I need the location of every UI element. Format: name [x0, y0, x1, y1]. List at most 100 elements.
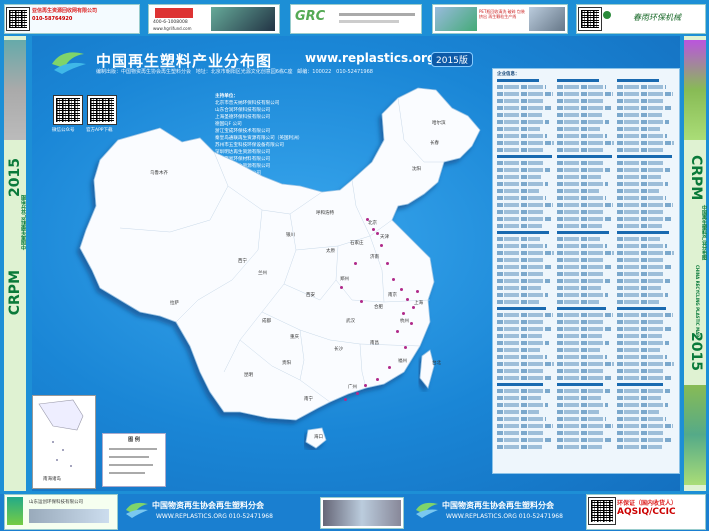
list-entry: [617, 348, 660, 352]
taiwan-island: [419, 349, 435, 389]
list-entry: [557, 161, 603, 165]
list-entry: [497, 134, 547, 138]
company-dot[interactable]: [410, 322, 413, 325]
company-dot[interactable]: [396, 330, 399, 333]
company-dot[interactable]: [404, 346, 407, 349]
list-entry: [497, 120, 549, 124]
list-entry: [557, 224, 602, 228]
list-entry: [557, 396, 601, 400]
list-entry: [617, 251, 674, 255]
footer-url-1[interactable]: WWW.REPLASTICS.ORG 010-52471968: [156, 513, 273, 520]
list-entry: [617, 431, 664, 435]
list-entry: [557, 148, 605, 152]
list-entry: [497, 189, 539, 193]
list-entry: [497, 369, 545, 373]
legend-line: [109, 456, 149, 458]
list-entry: [617, 313, 673, 317]
list-entry: [617, 362, 674, 366]
company-dot[interactable]: [412, 306, 415, 309]
company-dot[interactable]: [340, 286, 343, 289]
list-entry: [497, 168, 550, 172]
company-dot[interactable]: [386, 262, 389, 265]
list-entry: [557, 279, 610, 283]
list-entry: [617, 99, 664, 103]
list-entry: [497, 410, 539, 414]
list-entry: [557, 355, 607, 359]
list-entry: [557, 251, 614, 255]
list-entry: [497, 92, 553, 96]
list-entry: [497, 403, 548, 407]
bottom-left-ad[interactable]: 山东运创环保科技有限公司: [4, 494, 118, 530]
list-entry: [497, 148, 545, 152]
ad-company: 山东运创环保科技有限公司: [29, 500, 83, 505]
list-entry: [497, 293, 548, 297]
city-label: 海口: [314, 435, 323, 440]
city-label: 上海: [414, 301, 423, 306]
list-entry: [497, 313, 553, 317]
company-dot[interactable]: [354, 262, 357, 265]
list-entry: [617, 376, 672, 380]
list-heading: 企业信息：: [497, 72, 520, 77]
company-dot[interactable]: [388, 366, 391, 369]
footer-org-1: 中国物资再生协会再生塑料分会: [152, 501, 264, 510]
list-entry: [497, 348, 540, 352]
list-entry: [617, 79, 659, 82]
list-entry: [617, 327, 671, 331]
company-dot[interactable]: [356, 392, 359, 395]
list-entry: [557, 307, 606, 310]
list-entry: [617, 293, 668, 297]
footer-logo-icon-2: [414, 498, 440, 520]
list-entry: [617, 237, 660, 241]
list-entry: [557, 445, 602, 449]
list-entry: [497, 355, 547, 359]
list-entry: [617, 155, 672, 158]
list-entry: [557, 383, 603, 386]
list-entry: [617, 141, 674, 145]
company-dot[interactable]: [380, 244, 383, 247]
list-entry: [617, 217, 671, 221]
list-entry: [617, 258, 665, 262]
list-entry: [557, 196, 606, 200]
list-entry: [557, 265, 612, 269]
company-dot[interactable]: [376, 378, 379, 381]
bottom-center-ad[interactable]: [320, 497, 404, 529]
city-label: 广州: [348, 385, 357, 390]
list-entry: [557, 155, 612, 158]
list-entry: [497, 286, 541, 290]
company-dot[interactable]: [366, 218, 369, 221]
company-dot[interactable]: [406, 298, 409, 301]
list-entry: [497, 85, 546, 89]
company-dot[interactable]: [364, 384, 367, 387]
list-entry: [617, 341, 669, 345]
list-entry: [497, 231, 549, 234]
list-entry: [557, 210, 604, 214]
list-entry: [557, 300, 599, 304]
ad-photo-icon: [29, 509, 109, 523]
list-entry: [557, 424, 613, 428]
list-entry: [497, 389, 550, 393]
company-dot[interactable]: [392, 278, 395, 281]
list-entry: [617, 417, 666, 421]
list-entry: [617, 85, 666, 89]
list-entry: [497, 244, 547, 248]
legend-line: [109, 464, 153, 466]
list-entry: [497, 161, 543, 165]
list-entry: [497, 106, 551, 110]
footer-org-2: 中国物资再生协会再生塑料分会: [442, 501, 554, 510]
city-label: 哈尔滨: [432, 121, 446, 126]
footer-logo-icon: [124, 498, 150, 520]
ad-photo-icon: [7, 497, 23, 525]
footer-url-2[interactable]: WWW.REPLASTICS.ORG 010-52471968: [446, 513, 563, 520]
company-dot[interactable]: [402, 312, 405, 315]
company-dot[interactable]: [344, 398, 347, 401]
company-dot[interactable]: [360, 300, 363, 303]
bottom-right-ad[interactable]: 环保证（国内收货人） AQSIQ/CCIC: [586, 494, 706, 530]
company-dot[interactable]: [416, 290, 419, 293]
list-entry: [557, 369, 605, 373]
company-dot[interactable]: [372, 228, 375, 231]
list-entry: [557, 99, 604, 103]
company-dot[interactable]: [400, 288, 403, 291]
list-entry: [497, 203, 553, 207]
company-dot[interactable]: [376, 232, 379, 235]
city-label: 南昌: [370, 341, 379, 346]
